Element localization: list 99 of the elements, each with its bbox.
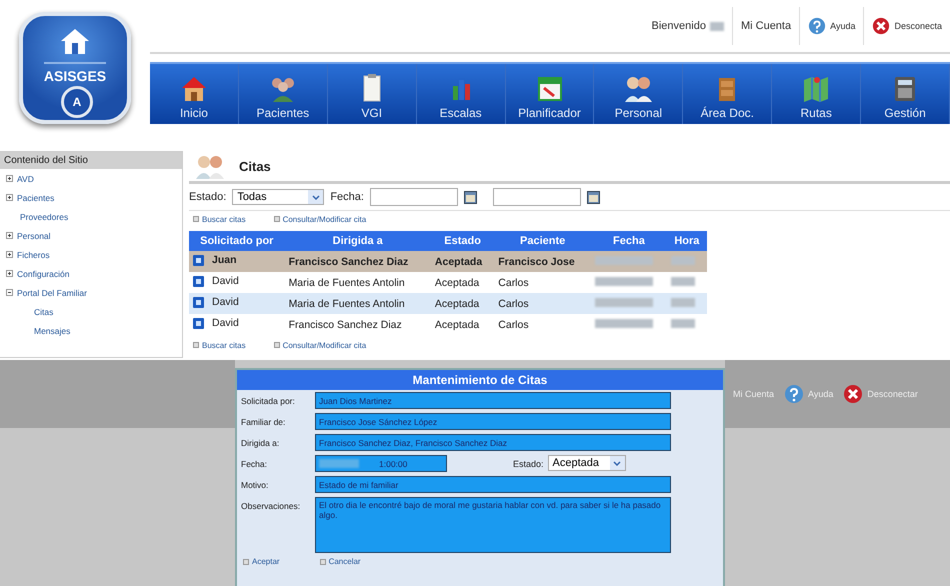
sidebar-item[interactable]: Ficheros (0, 245, 182, 264)
logo-badge: A (61, 86, 93, 118)
appointment-icon (193, 276, 204, 287)
nav-item[interactable]: Escalas (416, 64, 506, 124)
table-cell: Carlos (494, 272, 592, 293)
action-icon (243, 558, 249, 564)
close-icon (872, 17, 890, 35)
field-label: Observaciones: (241, 500, 302, 511)
table-cell (666, 251, 707, 272)
nav-item[interactable]: Rutas (772, 64, 862, 124)
expander-icon[interactable] (6, 175, 13, 182)
sidebar-title: Contenido del Sitio (0, 152, 182, 169)
column-header: Estado (430, 231, 494, 251)
sidebar-item[interactable]: Portal Del Familiar (0, 283, 182, 302)
expander-icon[interactable] (6, 251, 13, 258)
nav-item[interactable]: Planificador (506, 64, 594, 124)
text-field[interactable]: Juan Dios Martinez (315, 392, 671, 409)
column-header: Solicitado por (189, 231, 285, 251)
column-header: Hora (666, 231, 707, 251)
sidebar-item[interactable]: Pacientes (0, 188, 182, 207)
action-link[interactable]: Consultar/Modificar cita (274, 340, 366, 350)
sidebar-item[interactable]: Citas (0, 302, 182, 321)
status-select[interactable]: Aceptada (548, 455, 626, 471)
date-field[interactable]: 1:00:00 (315, 455, 447, 472)
calendar-icon[interactable] (464, 190, 477, 204)
nav-item[interactable]: Inicio (150, 64, 239, 124)
text-field[interactable]: Francisco Sanchez Diaz, Francisco Sanchez Diaz (315, 434, 671, 451)
section-title: Citas (239, 158, 271, 174)
table-cell[interactable]: David (189, 293, 285, 314)
header-link[interactable]: Mi Cuenta (740, 20, 792, 32)
table-cell (666, 293, 707, 314)
table-cell[interactable]: Juan (189, 251, 285, 272)
notes-field[interactable]: El otro dia le encontré bajo de moral me gustaria hablar con vd. para saber si le ha pasado algo. (315, 497, 671, 553)
action-link[interactable]: Buscar citas (193, 340, 246, 350)
status-select[interactable]: Todas (232, 189, 324, 205)
field-label: Dirigida a: (241, 437, 280, 448)
field-label: Motivo: (241, 479, 270, 490)
table-cell: Aceptada (430, 293, 494, 314)
action-link[interactable]: Buscar citas (193, 214, 246, 224)
column-header: Paciente (494, 231, 592, 251)
nav-item[interactable]: Personal (594, 64, 684, 124)
appointment-icon (193, 318, 204, 329)
sidebar-item[interactable]: AVD (0, 169, 182, 188)
date-field[interactable] (492, 188, 581, 206)
nav-item[interactable]: Pacientes (238, 64, 328, 124)
dialog-button[interactable]: Aceptar (243, 557, 280, 566)
nav-item[interactable]: Gestión (861, 64, 950, 124)
table-cell: Francisco Sanchez Diaz (284, 251, 431, 272)
table-cell: Maria de Fuentes Antolin (284, 272, 431, 293)
help-icon (784, 384, 804, 404)
action-icon (274, 342, 280, 348)
blurred-text (710, 22, 724, 30)
action-icon (320, 558, 326, 564)
action-icon (193, 342, 199, 348)
help-icon (808, 17, 826, 35)
table-cell: Maria de Fuentes Antolin (284, 293, 431, 314)
table-cell: Francisco Jose (494, 251, 592, 272)
expander-icon[interactable] (6, 289, 13, 296)
app-logo[interactable]: ASISGES A (19, 12, 131, 124)
sidebar-item[interactable]: Configuración (0, 264, 182, 283)
chevron-down-icon (312, 194, 320, 200)
table-cell: Aceptada (430, 251, 494, 272)
sidebar-item[interactable]: Proveedores (0, 207, 182, 226)
table-cell[interactable]: David (189, 272, 285, 293)
expander-icon[interactable] (6, 194, 13, 201)
table-cell: Aceptada (430, 272, 494, 293)
field-label: Fecha: (241, 458, 268, 469)
logo-text: ASISGES (44, 62, 106, 84)
action-link[interactable]: Consultar/Modificar cita (274, 214, 366, 224)
field-label: Fecha: (330, 191, 364, 203)
appointment-icon (193, 296, 204, 308)
dialog-button[interactable]: Cancelar (320, 557, 361, 566)
field-label: Estado: (513, 458, 544, 469)
expander-icon[interactable] (6, 270, 13, 277)
sidebar-item[interactable]: Personal (0, 226, 182, 245)
table-cell: Carlos (494, 293, 592, 314)
date-field[interactable] (370, 188, 458, 206)
text-field[interactable]: Estado de mi familiar (315, 476, 671, 493)
close-icon (843, 384, 864, 404)
appointment-icon (193, 254, 204, 266)
header-link[interactable]: Ayuda (830, 21, 856, 31)
doctors-icon (193, 153, 227, 179)
calendar-icon[interactable] (586, 190, 600, 204)
field-label: Familiar de: (241, 416, 286, 427)
field-label: Solicitada por: (241, 395, 296, 406)
header-link[interactable]: Desconecta (894, 21, 942, 31)
dialog-title: Mantenimiento de Citas (237, 370, 723, 390)
welcome-text: Bienvenido (652, 20, 706, 32)
field-label: Estado: (189, 191, 226, 203)
column-header: Fecha (591, 231, 667, 251)
sidebar-item[interactable]: Mensajes (0, 321, 182, 340)
chevron-down-icon (613, 460, 622, 466)
text-field[interactable]: Francisco Jose Sánchez López (315, 413, 671, 430)
column-header: Dirigida a (284, 231, 431, 251)
nav-item[interactable]: Área Doc. (683, 64, 772, 124)
action-icon (193, 216, 199, 222)
expander-icon[interactable] (6, 232, 13, 239)
nav-item[interactable]: VGI (328, 64, 417, 124)
action-icon (274, 216, 280, 222)
